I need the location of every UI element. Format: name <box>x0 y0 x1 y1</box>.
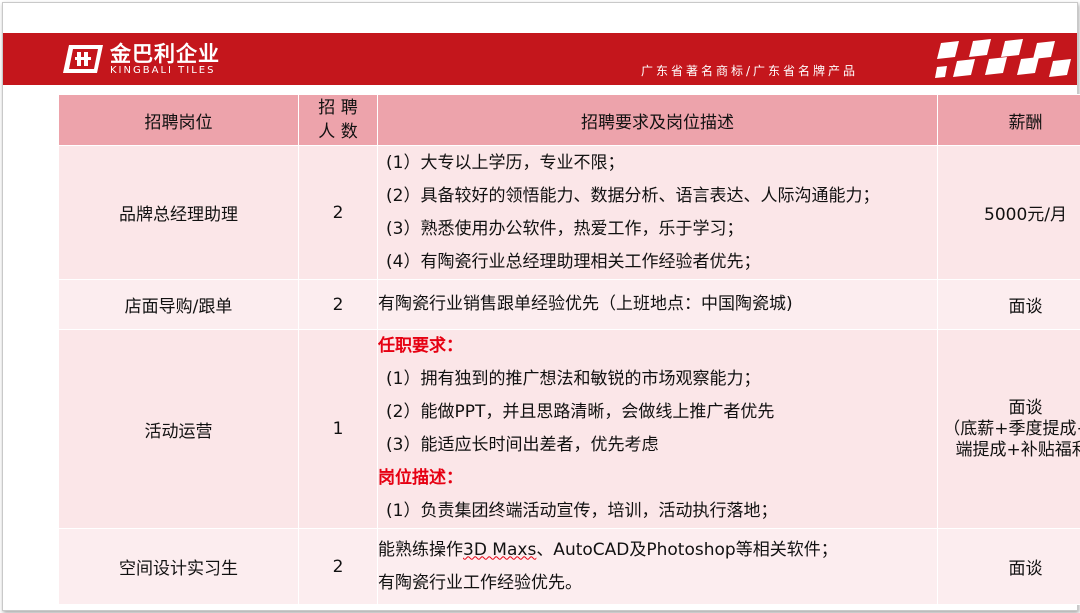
section-title-requirements: 任职要求： <box>378 336 463 356</box>
salary-cell: 面谈 <box>937 528 1080 605</box>
requirement-text: 、AutoCAD及Photoshop等相关软件； <box>536 539 838 560</box>
header-position: 招聘岗位 <box>58 94 299 146</box>
position-cell: 店面导购/跟单 <box>58 279 299 330</box>
header-count-line1: 招 聘 <box>318 98 358 118</box>
header-banner: 金巴利企业 KINGBALI TILES 广东省著名商标/广东省名牌产品 <box>3 33 1077 85</box>
salary-cell: 面谈 <box>937 279 1080 330</box>
requirements-cell: 有陶瓷行业销售跟单经验优先（上班地点：中国陶瓷城) <box>377 279 938 330</box>
count-cell: 2 <box>298 279 378 330</box>
requirement-line: (3）熟悉使用办公软件，热爱工作，乐于学习； <box>386 218 744 239</box>
section-title-duties: 岗位描述： <box>378 468 463 488</box>
salary-line: 面谈 <box>1008 397 1043 418</box>
count-cell: 2 <box>298 528 378 605</box>
table-row: 品牌总经理助理 2 (1）大专以上学历，专业不限； (2）具备较好的领悟能力、数… <box>58 145 1080 280</box>
header-count-line2: 人 数 <box>318 122 358 142</box>
requirement-line: (1）大专以上学历，专业不限； <box>386 152 625 173</box>
recruitment-table: 招聘岗位 招 聘 人 数 招聘要求及岗位描述 薪酬 品牌总经理助理 2 (1）大… <box>58 94 1080 605</box>
table-row: 活动运营 1 任职要求： (1）拥有独到的推广想法和敏锐的市场观察能力； (2）… <box>58 329 1080 529</box>
header-count: 招 聘 人 数 <box>298 94 378 146</box>
requirement-line: 能熟练操作3D Maxs、AutoCAD及Photoshop等相关软件； <box>378 534 937 567</box>
duty-line: (1）负责集团终端活动宣传，培训，活动执行落地； <box>386 501 778 521</box>
table-row: 空间设计实习生 2 能熟练操作3D Maxs、AutoCAD及Photoshop… <box>58 528 1080 605</box>
requirement-line: (2）能做PPT，并且思路清晰，会做线上推广者优先 <box>386 402 775 422</box>
brand-name-cn: 金巴利企业 <box>110 42 220 66</box>
table-header-row: 招聘岗位 招 聘 人 数 招聘要求及岗位描述 薪酬 <box>58 94 1080 146</box>
spellcheck-underlined-text: 3D Maxs <box>463 539 537 560</box>
count-cell: 2 <box>298 145 378 280</box>
requirements-cell: 能熟练操作3D Maxs、AutoCAD及Photoshop等相关软件； 有陶瓷… <box>377 528 938 605</box>
brand-slogan: 广东省著名商标/广东省名牌产品 <box>641 64 859 78</box>
kingbali-logo-icon <box>63 45 103 73</box>
requirement-line: 有陶瓷行业工作经验优先。 <box>378 572 582 593</box>
requirement-line: (1）拥有独到的推广想法和敏锐的市场观察能力； <box>386 369 761 389</box>
requirements-cell: (1）大专以上学历，专业不限； (2）具备较好的领悟能力、数据分析、语言表达、人… <box>377 145 938 280</box>
salary-line: 端提成+补贴福利) <box>955 439 1080 460</box>
checkered-flag-icon <box>935 39 1071 78</box>
requirement-line: (3）能适应长时间出差者，优先考虑 <box>386 435 659 455</box>
position-cell: 空间设计实习生 <box>58 528 299 605</box>
position-cell: 品牌总经理助理 <box>58 145 299 280</box>
brand-name-en: KINGBALI TILES <box>110 65 216 76</box>
requirement-line: (4）有陶瓷行业总经理助理相关工作经验者优先； <box>386 251 761 272</box>
requirements-cell: 任职要求： (1）拥有独到的推广想法和敏锐的市场观察能力； (2）能做PPT，并… <box>377 329 938 529</box>
count-cell: 1 <box>298 329 378 529</box>
salary-cell: 面谈 （底薪+季度提成+终 端提成+补贴福利) <box>937 329 1080 529</box>
requirement-line: (2）具备较好的领悟能力、数据分析、语言表达、人际沟通能力； <box>386 185 880 206</box>
requirement-text: 能熟练操作 <box>378 539 463 560</box>
header-salary: 薪酬 <box>937 94 1080 146</box>
requirement-line: 有陶瓷行业销售跟单经验优先（上班地点：中国陶瓷城) <box>378 294 793 314</box>
salary-line: （底薪+季度提成+终 <box>943 418 1080 439</box>
header-requirements: 招聘要求及岗位描述 <box>377 94 938 146</box>
position-cell: 活动运营 <box>58 329 299 529</box>
table-row: 店面导购/跟单 2 有陶瓷行业销售跟单经验优先（上班地点：中国陶瓷城) 面谈 <box>58 279 1080 330</box>
salary-cell: 5000元/月 <box>937 145 1080 280</box>
